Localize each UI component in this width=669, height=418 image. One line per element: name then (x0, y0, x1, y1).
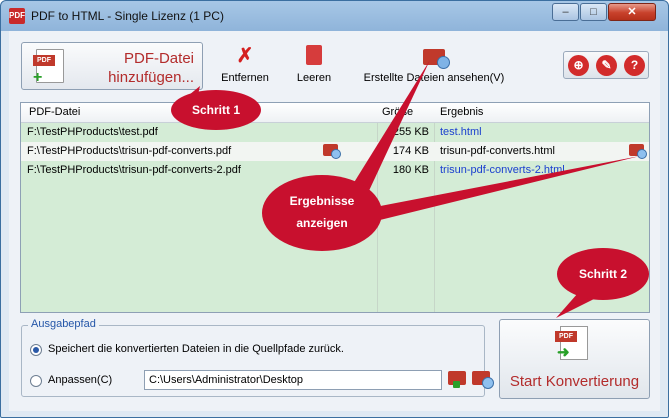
close-button[interactable]: ✕ (608, 3, 656, 21)
toolbar: PDF + PDF-Datei hinzufügen... ✗ Entferne… (9, 31, 660, 95)
row-size: 180 KB (392, 164, 429, 176)
add-pdf-button[interactable]: PDF + PDF-Datei hinzufügen... (21, 42, 203, 90)
row-size: 255 KB (392, 126, 429, 138)
output-path-group: Ausgabepfad Speichert die konvertierten … (21, 318, 494, 397)
output-path-input[interactable] (144, 370, 442, 390)
table-row[interactable]: F:\TestPHProducts\test.pdf 255 KB test.h… (21, 123, 649, 142)
view-created-files-label: Erstellte Dateien ansehen(V) (363, 72, 505, 84)
output-path-label: Ausgabepfad (28, 318, 99, 330)
open-source-folder-icon[interactable] (323, 144, 341, 159)
maximize-button[interactable]: □ (580, 3, 607, 21)
results-text-line2: anzeigen (296, 216, 348, 230)
remove-x-icon: ✗ (236, 45, 254, 67)
remove-label: Entfernen (221, 72, 269, 84)
app-logo-icon: PDF (9, 8, 25, 24)
results-text-line1: Ergebnisse (289, 194, 355, 208)
open-result-folder-icon[interactable] (629, 144, 647, 159)
right-toolbar: ⊕ ✎ ? (563, 51, 649, 79)
trash-icon (289, 45, 339, 67)
add-pdf-label-line2: hinzufügen... (108, 69, 194, 86)
settings-icon[interactable]: ✎ (596, 55, 617, 76)
row-pdf-path: F:\TestPHProducts\trisun-pdf-converts-2.… (27, 164, 241, 176)
column-header-result[interactable]: Ergebnis (440, 106, 483, 118)
open-output-folder-icon[interactable] (472, 371, 494, 389)
empty-label: Leeren (296, 72, 332, 84)
table-row[interactable]: F:\TestPHProducts\trisun-pdf-converts-2.… (21, 161, 649, 180)
folder-search-icon (349, 45, 519, 69)
step2-text: Schritt 2 (578, 267, 627, 281)
start-conversion-label: Start Konvertierung (509, 373, 640, 390)
radio-save-to-source[interactable] (30, 344, 42, 356)
row-pdf-path: F:\TestPHProducts\trisun-pdf-converts.pd… (27, 145, 232, 157)
table-row[interactable]: F:\TestPHProducts\trisun-pdf-converts.pd… (21, 142, 649, 161)
row-result-link[interactable]: trisun-pdf-converts.html (440, 145, 555, 157)
pdf-add-icon: PDF + (33, 49, 64, 86)
view-created-files-button[interactable]: Erstellte Dateien ansehen(V) (349, 45, 519, 84)
step1-text: Schritt 1 (191, 103, 240, 117)
row-pdf-path: F:\TestPHProducts\test.pdf (27, 126, 158, 138)
start-conversion-button[interactable]: PDF ➜ Start Konvertierung (499, 319, 650, 399)
globe-icon[interactable]: ⊕ (568, 55, 589, 76)
title-bar[interactable]: PDF PDF to HTML - Single Lizenz (1 PC) –… (1, 1, 668, 31)
radio-save-to-source-label[interactable]: Speichert die konvertierten Dateien in d… (48, 343, 344, 355)
pdf-convert-icon: PDF ➜ (555, 326, 588, 361)
help-icon[interactable]: ? (624, 55, 645, 76)
results-text: Ergebnisse anzeigen (267, 190, 377, 234)
file-list-header: PDF-Datei Größe Ergebnis (21, 103, 649, 123)
minimize-button[interactable]: – (552, 3, 579, 21)
empty-button[interactable]: Leeren (289, 45, 339, 84)
remove-button[interactable]: ✗ Entfernen (215, 45, 275, 84)
column-header-pdf[interactable]: PDF-Datei (29, 106, 80, 118)
add-pdf-label-line1: PDF-Datei (123, 50, 194, 67)
radio-custom-path[interactable] (30, 375, 42, 387)
add-pdf-label: PDF-Datei hinzufügen... (108, 49, 194, 87)
column-header-size[interactable]: Größe (382, 106, 413, 118)
window-title: PDF to HTML - Single Lizenz (1 PC) (31, 9, 224, 23)
browse-folder-icon[interactable] (448, 371, 466, 388)
row-result-link[interactable]: trisun-pdf-converts-2.html (440, 164, 565, 176)
row-result-link[interactable]: test.html (440, 126, 482, 138)
row-size: 174 KB (392, 145, 429, 157)
radio-custom-path-label[interactable]: Anpassen(C) (48, 374, 112, 386)
